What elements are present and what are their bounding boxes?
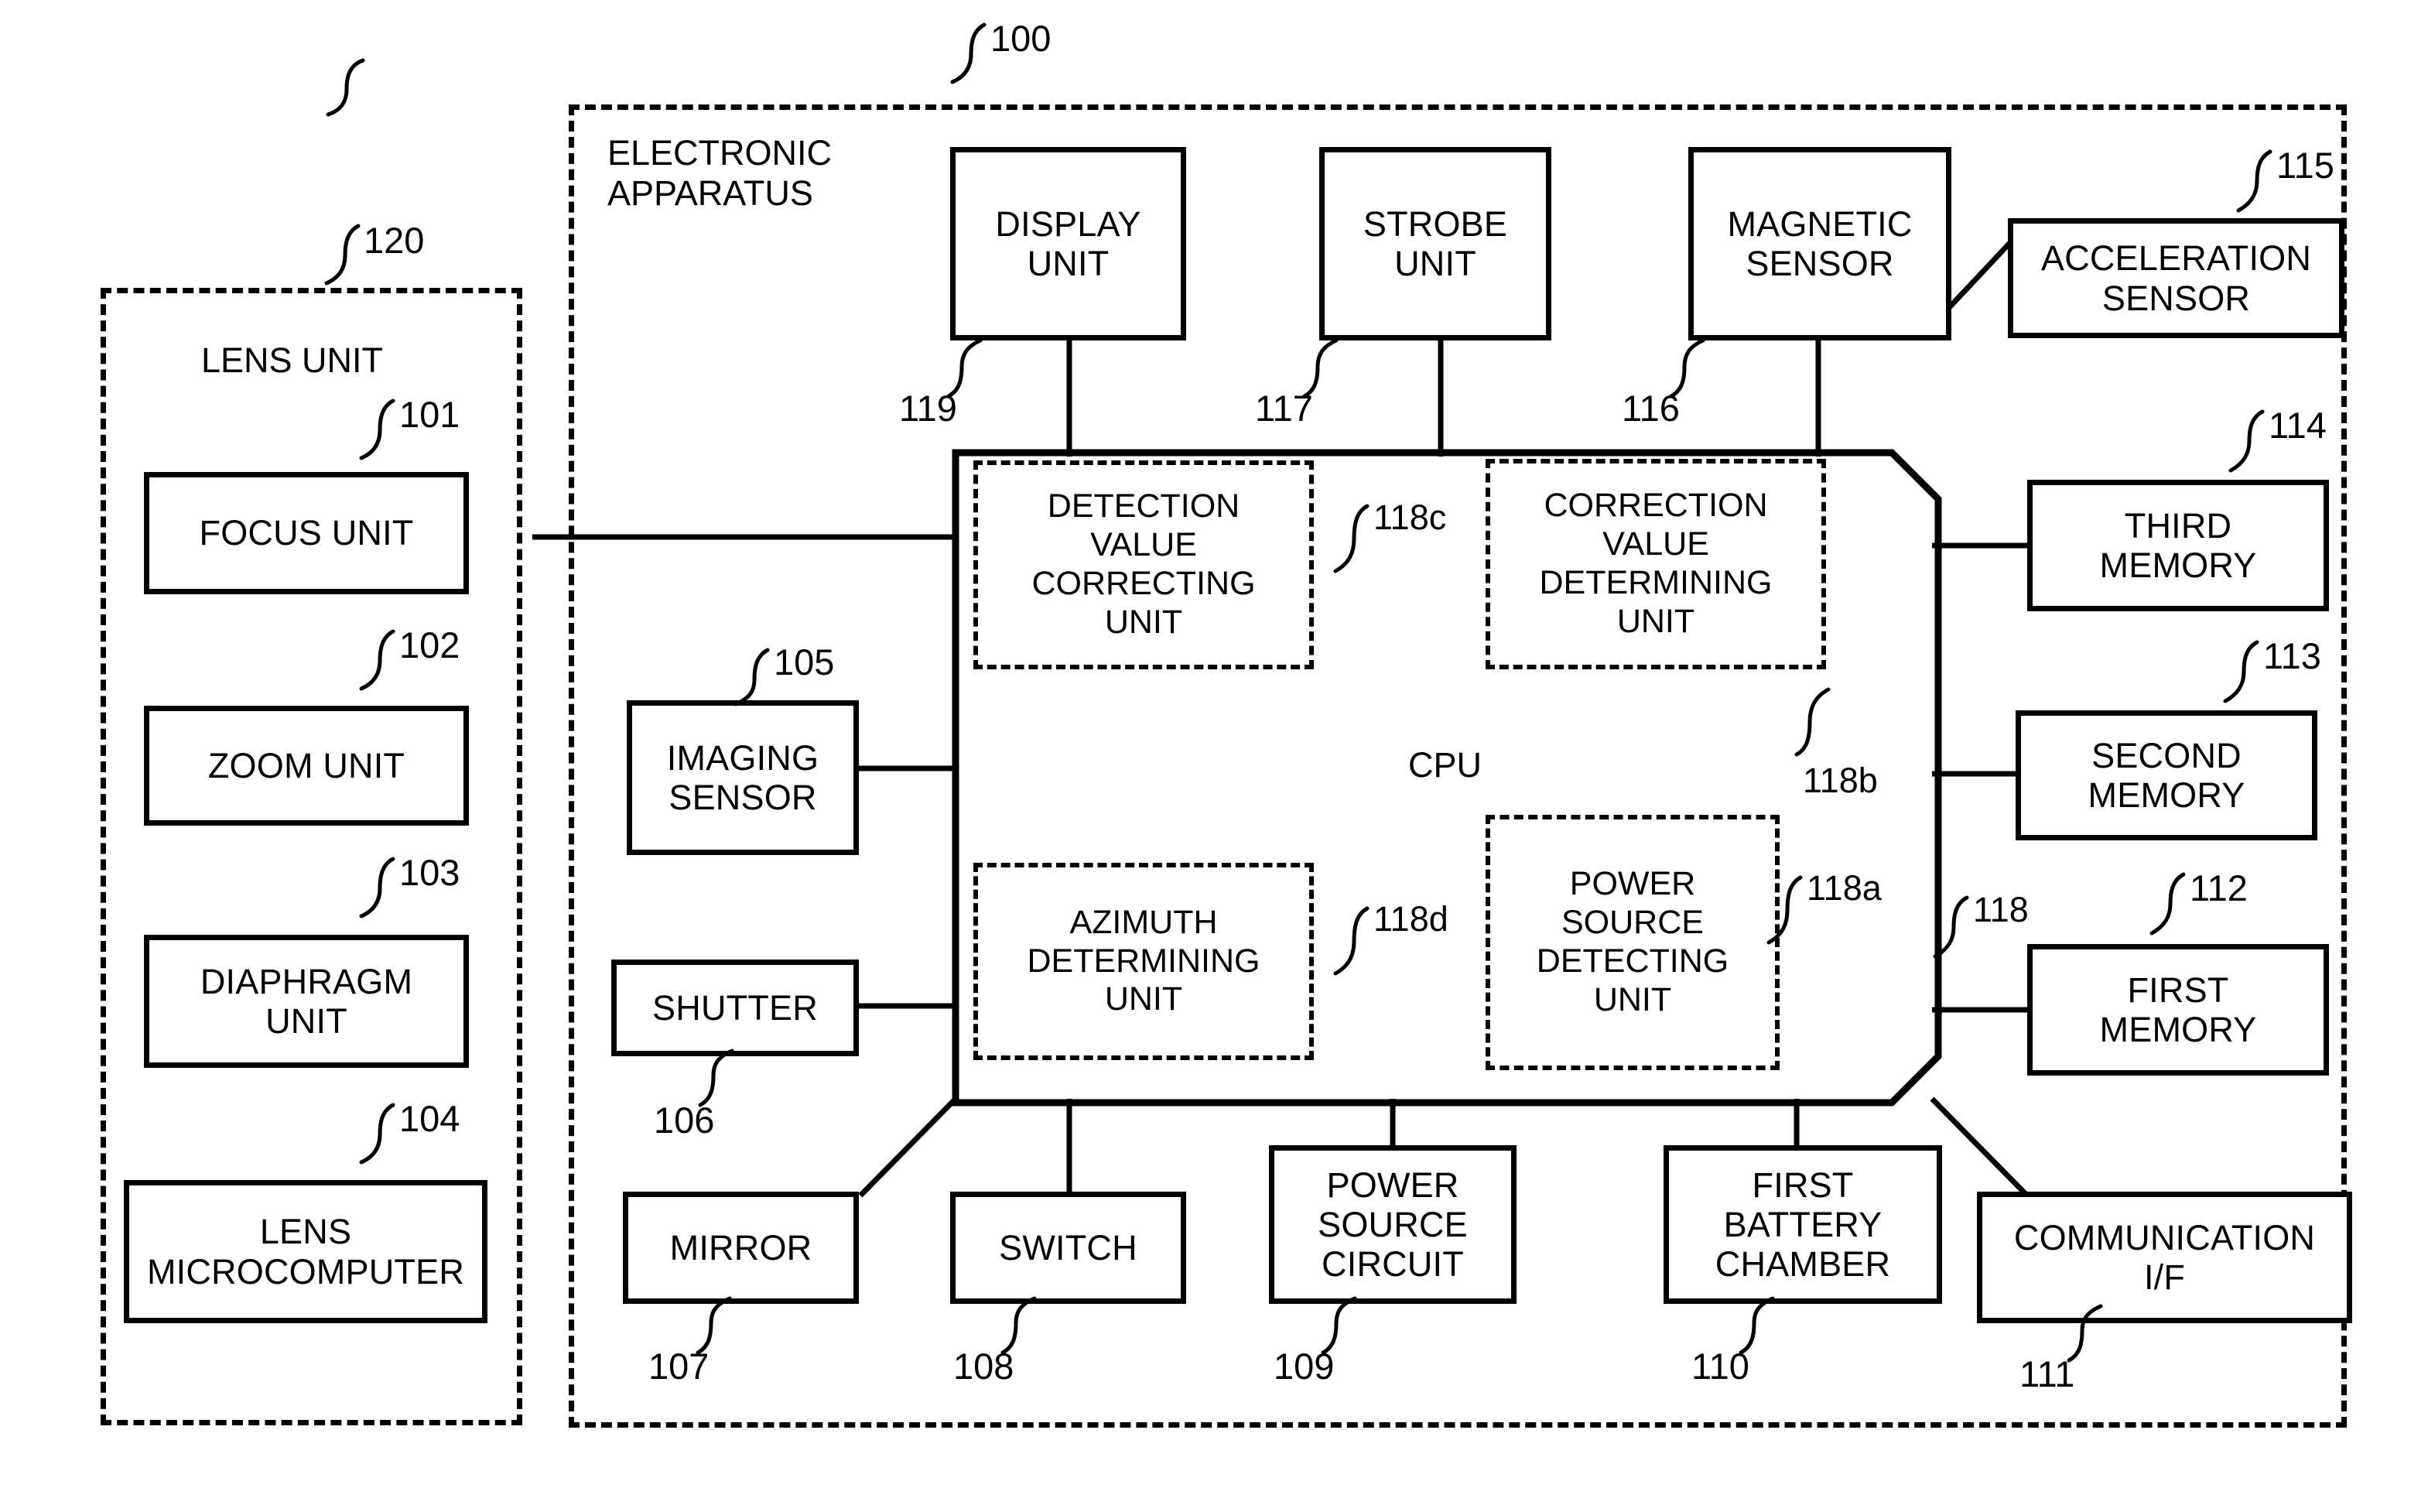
block-label: MIRROR [669, 1227, 812, 1267]
block-label: STROBE UNIT [1363, 204, 1508, 283]
block-label: THIRD MEMORY [2099, 505, 2257, 585]
block-label: SECOND MEMORY [2088, 735, 2245, 815]
block-power-source-circuit: POWER SOURCE CIRCUIT [1269, 1145, 1517, 1304]
block-lens-microcomputer: LENS MICROCOMPUTER [124, 1180, 487, 1323]
ref-116: 116 [1622, 388, 1680, 429]
ref-118b: 118b [1803, 761, 1878, 800]
block-strobe-unit: STROBE UNIT [1319, 147, 1551, 340]
ref-102: 102 [399, 624, 460, 665]
ref-100: 100 [990, 18, 1052, 59]
lens-unit-title: LENS UNIT [201, 340, 384, 380]
block-first-battery-chamber: FIRST BATTERY CHAMBER [1664, 1145, 1942, 1304]
block-focus-unit: FOCUS UNIT [144, 472, 469, 594]
cpu-label: CPU [1408, 745, 1482, 785]
block-first-memory: FIRST MEMORY [2027, 944, 2329, 1076]
block-label: ACCELERATION SENSOR [2040, 238, 2312, 318]
subblock-label: POWER SOURCE DETECTING UNIT [1536, 865, 1729, 1018]
diagram-canvas: LENS UNIT 120 FOCUS UNIT 101 ZOOM UNIT 1… [0, 0, 2428, 1512]
ref-103: 103 [399, 852, 460, 893]
subblock-label: DETECTION VALUE CORRECTING UNIT [1031, 487, 1256, 641]
block-switch: SWITCH [950, 1192, 1186, 1304]
block-diaphragm-unit: DIAPHRAGM UNIT [144, 935, 469, 1068]
block-shutter: SHUTTER [611, 960, 859, 1056]
subblock-power-source-detecting-unit: POWER SOURCE DETECTING UNIT [1486, 815, 1780, 1070]
block-label: POWER SOURCE CIRCUIT [1318, 1165, 1468, 1285]
block-label: IMAGING SENSOR [666, 737, 819, 817]
ref-101: 101 [399, 394, 460, 435]
block-communication-if: COMMUNICATION I/F [1977, 1192, 2352, 1323]
block-acceleration-sensor: ACCELERATION SENSOR [2008, 218, 2344, 338]
subblock-detection-value-correcting-unit: DETECTION VALUE CORRECTING UNIT [973, 460, 1314, 669]
ref-108: 108 [953, 1346, 1014, 1387]
block-label: ZOOM UNIT [207, 745, 405, 785]
ref-118: 118 [1973, 890, 2029, 929]
ref-113: 113 [2263, 635, 2321, 676]
ref-114: 114 [2269, 405, 2327, 446]
ref-118d: 118d [1373, 899, 1448, 939]
ref-110: 110 [1691, 1346, 1749, 1387]
ref-104: 104 [399, 1098, 460, 1139]
block-label: FIRST MEMORY [2099, 970, 2257, 1049]
block-label: LENS MICROCOMPUTER [146, 1212, 465, 1291]
ref-109: 109 [1274, 1346, 1335, 1387]
electronic-apparatus-title: ELECTRONIC APPARATUS [607, 133, 833, 213]
block-mirror: MIRROR [623, 1192, 859, 1304]
block-imaging-sensor: IMAGING SENSOR [627, 700, 859, 855]
ref-118c: 118c [1373, 498, 1447, 537]
subblock-label: AZIMUTH DETERMINING UNIT [1027, 903, 1260, 1018]
ref-111: 111 [2019, 1353, 2075, 1394]
subblock-azimuth-determining-unit: AZIMUTH DETERMINING UNIT [973, 863, 1314, 1060]
block-second-memory: SECOND MEMORY [2016, 710, 2317, 840]
ref-107: 107 [648, 1346, 710, 1387]
block-label: SHUTTER [652, 987, 818, 1028]
ref-120: 120 [364, 220, 425, 261]
block-zoom-unit: ZOOM UNIT [144, 706, 469, 826]
block-label: COMMUNICATION I/F [2013, 1217, 2316, 1297]
block-label: DIAPHRAGM UNIT [200, 961, 413, 1041]
subblock-correction-value-determining-unit: CORRECTION VALUE DETERMINING UNIT [1486, 459, 1826, 669]
block-magnetic-sensor: MAGNETIC SENSOR [1688, 147, 1951, 340]
block-display-unit: DISPLAY UNIT [950, 147, 1186, 340]
ref-112: 112 [2190, 867, 2248, 908]
ref-117: 117 [1255, 388, 1313, 429]
block-label: FOCUS UNIT [199, 513, 414, 553]
ref-105: 105 [774, 641, 835, 682]
ref-115: 115 [2276, 145, 2334, 186]
block-third-memory: THIRD MEMORY [2027, 480, 2329, 611]
subblock-label: CORRECTION VALUE DETERMINING UNIT [1539, 487, 1773, 640]
block-label: MAGNETIC SENSOR [1727, 204, 1913, 283]
ref-106: 106 [654, 1100, 715, 1141]
block-label: DISPLAY UNIT [995, 204, 1141, 283]
ref-119: 119 [899, 388, 957, 429]
block-label: FIRST BATTERY CHAMBER [1715, 1165, 1891, 1285]
block-label: SWITCH [999, 1227, 1137, 1267]
ref-118a: 118a [1807, 868, 1882, 908]
